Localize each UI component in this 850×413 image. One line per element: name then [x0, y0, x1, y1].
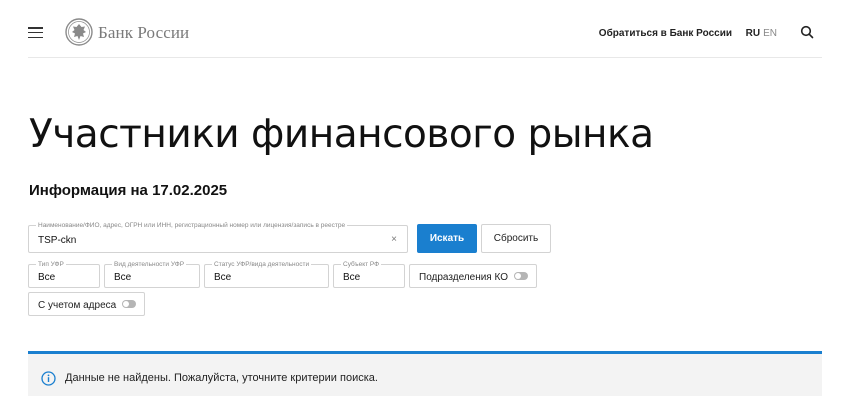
ko-subdivisions-label: Подразделения КО: [419, 272, 508, 283]
search-input[interactable]: Наименование/ФИО, адрес, ОГРН или ИНН, р…: [28, 221, 408, 253]
info-icon: [41, 371, 56, 386]
lang-ru[interactable]: RU: [746, 28, 760, 39]
type-ufr-value: Все: [38, 272, 56, 283]
contact-bank-link[interactable]: Обратиться в Банк России: [599, 28, 732, 39]
info-date: Информация на 17.02.2025: [29, 182, 228, 199]
menu-icon[interactable]: [28, 27, 43, 39]
status-ufr-select[interactable]: Статус УФР/вида деятельности Все: [204, 260, 329, 288]
logo-text[interactable]: Банк России: [98, 23, 189, 43]
with-address-toggle[interactable]: С учетом адреса: [28, 292, 145, 316]
lang-en[interactable]: EN: [763, 28, 777, 39]
status-ufr-value: Все: [214, 272, 232, 283]
subject-rf-select[interactable]: Субъект РФ Все: [333, 260, 405, 288]
type-ufr-legend: Тип УФР: [36, 260, 66, 269]
alert-text: Данные не найдены. Пожалуйста, уточните …: [65, 372, 378, 384]
subject-rf-value: Все: [343, 272, 361, 283]
search-button[interactable]: Искать: [417, 224, 477, 253]
search-input-value[interactable]: TSP-ckn: [38, 235, 76, 246]
activity-ufr-value: Все: [114, 272, 132, 283]
with-address-label: С учетом адреса: [38, 300, 117, 311]
search-icon[interactable]: [800, 25, 814, 39]
subject-rf-legend: Субъект РФ: [341, 260, 382, 269]
bank-emblem-icon[interactable]: [65, 18, 93, 46]
ko-subdivisions-switch[interactable]: [514, 272, 528, 280]
clear-icon[interactable]: ×: [391, 234, 397, 245]
site-header: Банк России Обратиться в Банк России RU E…: [28, 0, 822, 58]
activity-ufr-select[interactable]: Вид деятельности УФР Все: [104, 260, 200, 288]
language-switcher: RU EN: [746, 28, 777, 39]
activity-ufr-legend: Вид деятельности УФР: [112, 260, 187, 269]
reset-button[interactable]: Сбросить: [481, 224, 551, 253]
with-address-switch[interactable]: [122, 300, 136, 308]
ko-subdivisions-toggle[interactable]: Подразделения КО: [409, 264, 537, 288]
type-ufr-select[interactable]: Тип УФР Все: [28, 260, 100, 288]
search-input-legend: Наименование/ФИО, адрес, ОГРН или ИНН, р…: [36, 221, 348, 230]
status-ufr-legend: Статус УФР/вида деятельности: [212, 260, 312, 269]
page-title: Участники финансового рынка: [29, 112, 654, 157]
no-results-alert: Данные не найдены. Пожалуйста, уточните …: [28, 351, 822, 396]
